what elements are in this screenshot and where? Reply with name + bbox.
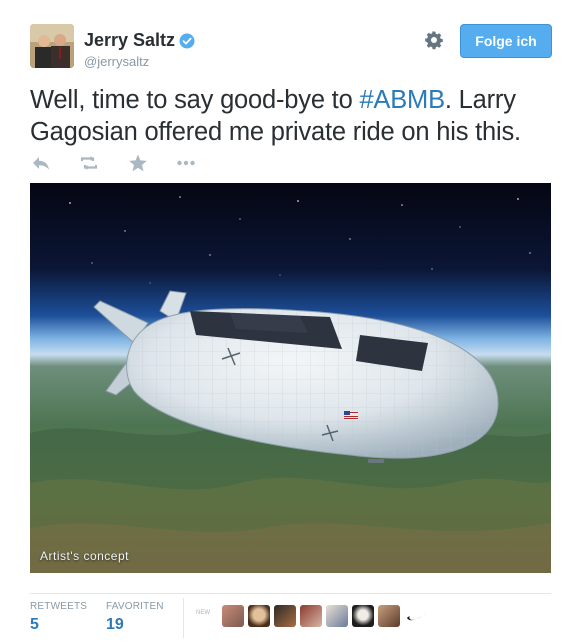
favoriter-avatar[interactable] [352, 605, 374, 627]
airship-image [30, 183, 551, 573]
favoriter-avatar[interactable] [248, 605, 270, 627]
retweet-icon[interactable] [78, 152, 100, 174]
reply-icon[interactable] [30, 152, 52, 174]
retweets-label: RETWEETS [30, 601, 88, 612]
favorites-stat[interactable]: FAVORITEN 19 [106, 601, 164, 634]
hashtag-link[interactable]: #ABMB [359, 86, 445, 114]
tweet-media[interactable]: Artist's concept [30, 183, 551, 573]
favoriter-avatar[interactable] [326, 605, 348, 627]
tweet-text-start: Well, time to say good-bye to [30, 86, 360, 114]
tweet-header: Jerry Saltz @jerrysaltz Folge ich [30, 24, 552, 72]
tweet-text: Well, time to say good-bye to #ABMB. Lar… [30, 84, 560, 148]
user-avatar[interactable] [30, 24, 74, 68]
favoriter-avatar[interactable] [378, 605, 400, 627]
retweets-count[interactable]: 5 [30, 616, 87, 634]
favoriter-avatar[interactable] [300, 605, 322, 627]
user-handle[interactable]: @jerrysaltz [84, 54, 195, 69]
more-dots-icon[interactable] [175, 152, 197, 174]
favoriter-avatar[interactable] [222, 605, 244, 627]
favoriter-avatar[interactable] [274, 605, 296, 627]
media-caption: Artist's concept [40, 549, 129, 563]
retweets-stat[interactable]: RETWEETS 5 [30, 601, 87, 634]
favoriters-label: NEW [196, 610, 210, 616]
name-block: Jerry Saltz @jerrysaltz [84, 30, 195, 69]
tweet-actions [30, 152, 230, 174]
display-name[interactable]: Jerry Saltz [84, 30, 175, 51]
follow-button[interactable]: Folge ich [460, 24, 552, 58]
star-icon[interactable] [127, 152, 149, 174]
verified-badge-icon [179, 33, 195, 48]
stats-divider [30, 593, 551, 594]
stats-separator [183, 598, 184, 638]
nike-logo-avatar[interactable] [404, 605, 432, 627]
favorites-count[interactable]: 19 [106, 616, 164, 634]
gear-icon[interactable] [424, 30, 444, 50]
favorites-label: FAVORITEN [106, 601, 164, 612]
